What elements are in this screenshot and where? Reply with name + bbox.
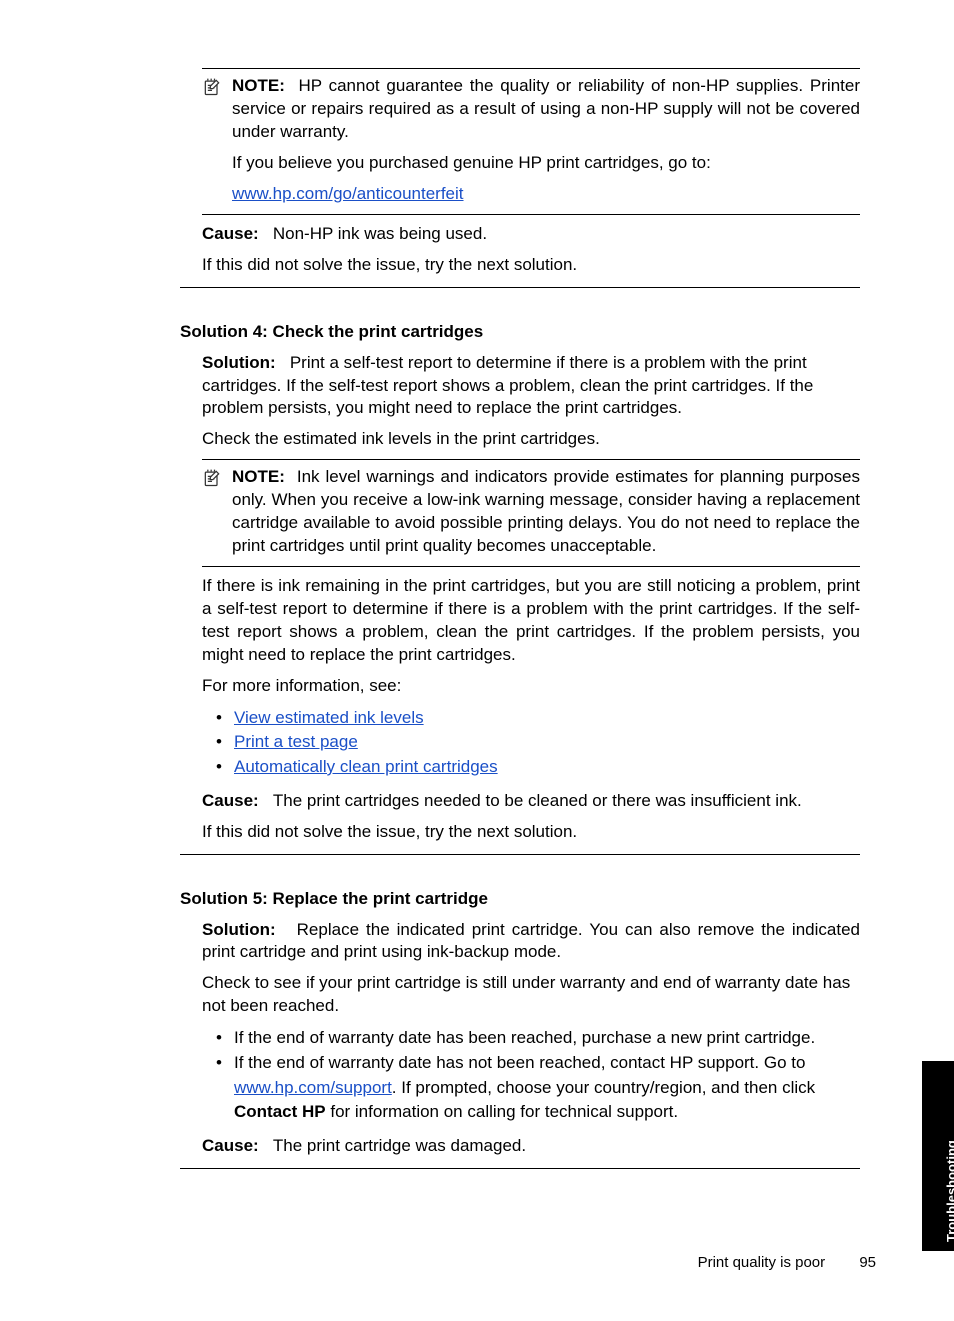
solution4-title: Solution 4: Check the print cartridges — [180, 322, 860, 342]
s5-b2c: for information on calling for technical… — [326, 1102, 678, 1121]
s4-note-label: NOTE: — [232, 467, 285, 486]
link-view-ink[interactable]: View estimated ink levels — [234, 708, 424, 727]
s4-cause-label: Cause: — [202, 791, 259, 810]
list-item: If the end of warranty date has not been… — [202, 1051, 860, 1125]
footer-section: Print quality is poor — [698, 1254, 826, 1271]
s4-solution-label: Solution: — [202, 353, 276, 372]
s4-note-text: Ink level warnings and indicators provid… — [232, 467, 860, 555]
s5-b2bold: Contact HP — [234, 1102, 326, 1121]
s4-check: Check the estimated ink levels in the pr… — [202, 428, 860, 451]
s5-b2b: . If prompted, choose your country/regio… — [392, 1078, 815, 1097]
divider-2 — [180, 854, 860, 855]
solution5-body: Solution: Replace the indicated print ca… — [180, 919, 860, 1158]
s4-links-list: View estimated ink levels Print a test p… — [202, 706, 860, 780]
s5-solution-label: Solution: — [202, 920, 276, 939]
footer: Print quality is poor 95 — [698, 1254, 876, 1271]
s5-cause-text: The print cartridge was damaged. — [273, 1136, 526, 1155]
s5-cause-label: Cause: — [202, 1136, 259, 1155]
anticounterfeit-link[interactable]: www.hp.com/go/anticounterfeit — [232, 184, 464, 203]
s5-bullets: If the end of warranty date has been rea… — [202, 1026, 860, 1125]
footer-page: 95 — [859, 1254, 876, 1271]
note-icon — [202, 466, 226, 558]
list-item: Automatically clean print cartridges — [202, 755, 860, 780]
s5-b2a: If the end of warranty date has not been… — [234, 1053, 805, 1072]
page: NOTE: HP cannot guarantee the quality or… — [0, 0, 954, 1321]
s5-b1: If the end of warranty date has been rea… — [234, 1028, 815, 1047]
support-link[interactable]: www.hp.com/support — [234, 1078, 392, 1097]
next1: If this did not solve the issue, try the… — [202, 254, 860, 277]
divider-1 — [180, 287, 860, 288]
content-area: NOTE: HP cannot guarantee the quality or… — [180, 68, 860, 1169]
divider-3 — [180, 1168, 860, 1169]
list-item: Print a test page — [202, 730, 860, 755]
note-label: NOTE: — [232, 76, 285, 95]
s4-solution-text: Print a self-test report to determine if… — [202, 353, 813, 418]
side-tab: Troubleshooting — [922, 1061, 954, 1251]
note-icon — [202, 75, 226, 206]
cause1-text: Non-HP ink was being used. — [273, 224, 487, 243]
link-print-test[interactable]: Print a test page — [234, 732, 358, 751]
s4-cause-text: The print cartridges needed to be cleane… — [273, 791, 802, 810]
note-box-2: NOTE: Ink level warnings and indicators … — [202, 459, 860, 567]
s4-next: If this did not solve the issue, try the… — [202, 821, 860, 844]
s4-more-info: For more information, see: — [202, 675, 860, 698]
list-item: If the end of warranty date has been rea… — [202, 1026, 860, 1051]
link-clean-cartridges[interactable]: Automatically clean print cartridges — [234, 757, 498, 776]
side-tab-label: Troubleshooting — [944, 1140, 954, 1242]
s5-solution-text: Replace the indicated print cartridge. Y… — [202, 920, 860, 962]
solution4-body: Solution: Print a self-test report to de… — [180, 352, 860, 844]
note1-text2: If you believe you purchased genuine HP … — [232, 152, 860, 175]
list-item: View estimated ink levels — [202, 706, 860, 731]
note-box-1: NOTE: HP cannot guarantee the quality or… — [202, 68, 860, 215]
top-block: NOTE: HP cannot guarantee the quality or… — [180, 68, 860, 277]
s5-check: Check to see if your print cartridge is … — [202, 972, 860, 1018]
cause1-label: Cause: — [202, 224, 259, 243]
solution5-title: Solution 5: Replace the print cartridge — [180, 889, 860, 909]
s4-after-note: If there is ink remaining in the print c… — [202, 575, 860, 667]
note1-text1: HP cannot guarantee the quality or relia… — [232, 76, 860, 141]
